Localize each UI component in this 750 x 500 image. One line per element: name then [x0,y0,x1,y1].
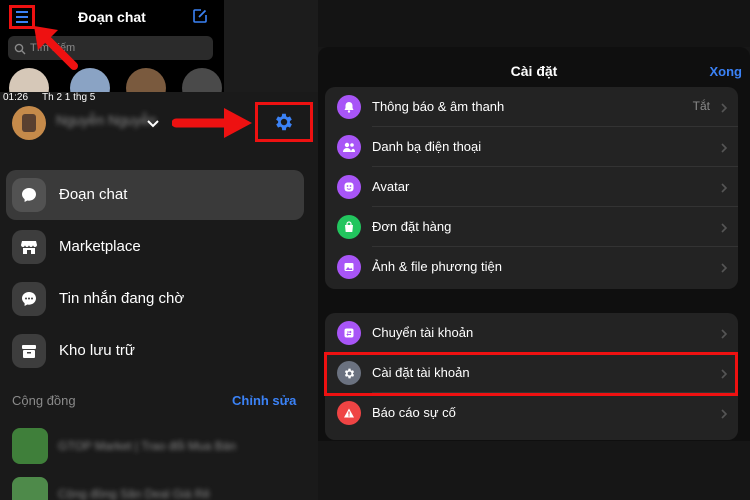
community-name[interactable]: Cộng đồng Săn Deal Giá Rẻ [58,487,210,500]
search-icon [14,42,26,60]
done-button[interactable]: Xong [710,64,743,79]
settings-row-report-problem[interactable]: Báo cáo sự cố [325,393,738,433]
row-label: Danh bạ điện thoại [372,139,482,154]
compose-icon[interactable] [192,8,208,29]
settings-group: Thông báo & âm thanh Tắt Danh bạ điện th… [325,87,738,289]
nav-item-marketplace[interactable]: Marketplace [6,222,304,272]
switch-account-icon [337,321,361,345]
settings-row-photos-media[interactable]: Ảnh & file phương tiện [325,247,738,287]
red-arrow-annotation [34,26,78,70]
red-arrow-annotation [172,108,252,138]
chevron-right-icon [720,261,728,279]
background-dim [318,0,750,47]
chevron-right-icon [720,141,728,159]
highlight-box-annotation [324,352,738,396]
bell-icon [337,95,361,119]
settings-row-avatar[interactable]: Avatar [325,167,738,207]
pending-messages-icon [12,282,46,316]
row-label: Báo cáo sự cố [372,405,456,420]
chevron-right-icon [720,181,728,199]
settings-title: Cài đặt [510,63,558,79]
settings-sheet: Cài đặt Xong Thông báo & âm thanh Tắt Da… [318,47,750,500]
chevron-right-icon [720,407,728,425]
chevron-right-icon [720,221,728,239]
chevron-right-icon [720,327,728,345]
archive-icon [12,334,46,368]
nav-item-pending-messages[interactable]: Tin nhắn đang chờ [6,274,304,324]
settings-row-notifications[interactable]: Thông báo & âm thanh Tắt [325,87,738,127]
community-avatar[interactable] [12,428,48,464]
row-label: Ảnh & file phương tiện [372,259,502,274]
nav-item-archive[interactable]: Kho lưu trữ [6,326,304,376]
shopping-bag-icon [337,215,361,239]
settings-row-phone-contacts[interactable]: Danh bạ điện thoại [325,127,738,167]
row-value: Tắt [692,99,710,113]
settings-screen: Cài đặt Xong Thông báo & âm thanh Tắt Da… [318,0,750,500]
community-name[interactable]: GTOP Market | Trao đổi Mua Bán [58,439,236,453]
chat-list-title: Đoạn chat [78,9,146,25]
community-section-label: Cộng đồng [12,393,76,408]
chat-bubble-icon [12,178,46,212]
chevron-down-icon[interactable] [146,116,160,134]
background-dim [318,441,750,500]
settings-row-switch-account[interactable]: Chuyển tài khoản [325,313,738,353]
contacts-icon [337,135,361,159]
community-avatar[interactable] [12,477,48,500]
photo-icon [337,255,361,279]
row-label: Thông báo & âm thanh [372,99,505,114]
nav-item-label: Tin nhắn đang chờ [59,290,185,307]
row-label: Chuyển tài khoản [372,325,474,340]
gear-icon [276,113,292,131]
settings-gear-button[interactable] [255,102,313,142]
community-edit-button[interactable]: Chỉnh sửa [232,393,296,408]
messenger-drawer-screen: Đoạn chat 01:26 Th 2 1 thg 5 Nguyễn Nguy… [0,0,318,500]
nav-item-label: Đoạn chat [59,186,128,203]
settings-row-orders[interactable]: Đơn đặt hàng [325,207,738,247]
nav-item-chats[interactable]: Đoạn chat [6,170,304,220]
status-date: Th 2 1 thg 5 [42,92,96,103]
nav-item-label: Kho lưu trữ [59,342,135,359]
profile-name[interactable]: Nguyễn Nguyễn [56,112,156,128]
warning-icon [337,401,361,425]
profile-avatar[interactable] [12,106,46,140]
chevron-right-icon [720,101,728,119]
store-icon [12,230,46,264]
row-label: Đơn đặt hàng [372,219,452,234]
nav-item-label: Marketplace [59,238,141,255]
status-time: 01:26 [3,92,29,103]
avatar-icon [337,175,361,199]
side-drawer: 01:26 Th 2 1 thg 5 Nguyễn Nguyễn Đoạn ch… [0,92,318,500]
row-label: Avatar [372,179,410,194]
chat-list-dim-overlay [224,0,318,92]
